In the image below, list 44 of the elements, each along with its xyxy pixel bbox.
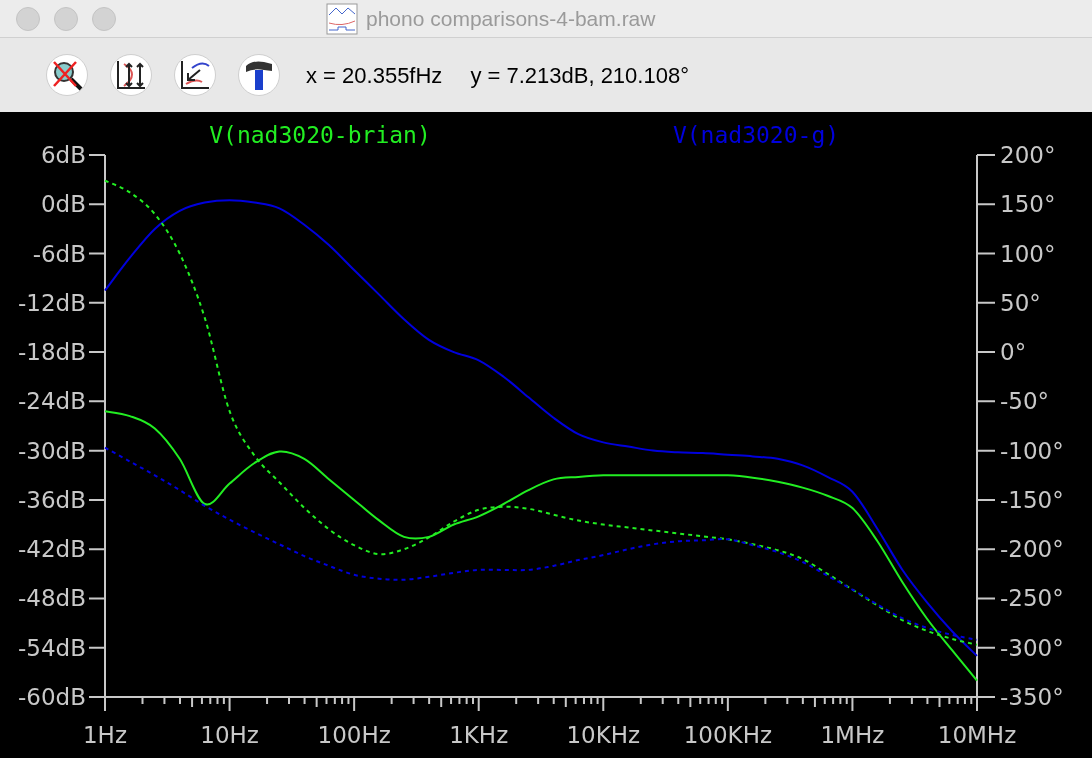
trace-legend: V(nad3020-g) [672,122,840,148]
zoom-back-button[interactable] [174,54,216,96]
left-axis-label: -18dB [18,339,86,366]
x-axis-label: 10MHz [937,722,1017,748]
x-axis-label: 100Hz [317,722,391,748]
x-axis-label: 1MHz [820,722,885,748]
right-axis-label: -250° [1000,585,1064,612]
left-axis-label: -42dB [18,536,86,563]
left-axis-label: -54dB [18,634,86,661]
left-axis-label: -36dB [18,486,86,513]
left-axis-label: 6dB [41,142,86,168]
trace-legend: V(nad3020-brian) [209,122,431,148]
cursor-y-readout: y = 7.213dB, 210.108° [470,61,689,90]
right-axis-label: -200° [1000,536,1064,563]
left-axis-label: -24dB [18,388,86,415]
autorange-button[interactable] [110,54,152,96]
cancel-zoom-button[interactable] [46,54,88,96]
x-axis-label: 10KHz [566,722,641,748]
right-axis-label: -300° [1000,634,1064,661]
left-axis-label: -12dB [18,289,86,316]
right-axis-label: 100° [1000,240,1056,267]
cursor-x-readout: x = 20.355fHz [306,61,443,90]
left-axis-label: -30dB [18,437,86,464]
left-axis-label: -6dB [32,240,86,267]
x-axis-label: 100KHz [683,722,773,748]
x-axis-label: 10Hz [200,722,259,748]
left-axis-label: -60dB [18,684,86,710]
right-axis-label: 0° [1000,339,1027,366]
right-axis-label: -50° [1000,388,1050,415]
waveform-file-icon [326,2,358,35]
settings-button[interactable] [238,54,280,96]
left-axis-label: -48dB [18,585,86,612]
left-axis-label: 0dB [41,191,86,218]
x-axis-label: 1KHz [449,722,509,748]
right-axis-label: -100° [1000,437,1064,464]
right-axis-label: 50° [1000,289,1041,316]
frame-arrows-icon [114,58,148,92]
right-axis-label: 150° [1000,191,1056,218]
right-axis-label: -150° [1000,486,1064,513]
window-title: phono comparisons-4-bam.raw [366,5,656,32]
x-axis-label: 1Hz [83,722,127,748]
right-axis-label: 200° [1000,142,1056,168]
right-axis-label: -350° [1000,684,1064,710]
zoom-back-arrow-icon [178,58,212,92]
